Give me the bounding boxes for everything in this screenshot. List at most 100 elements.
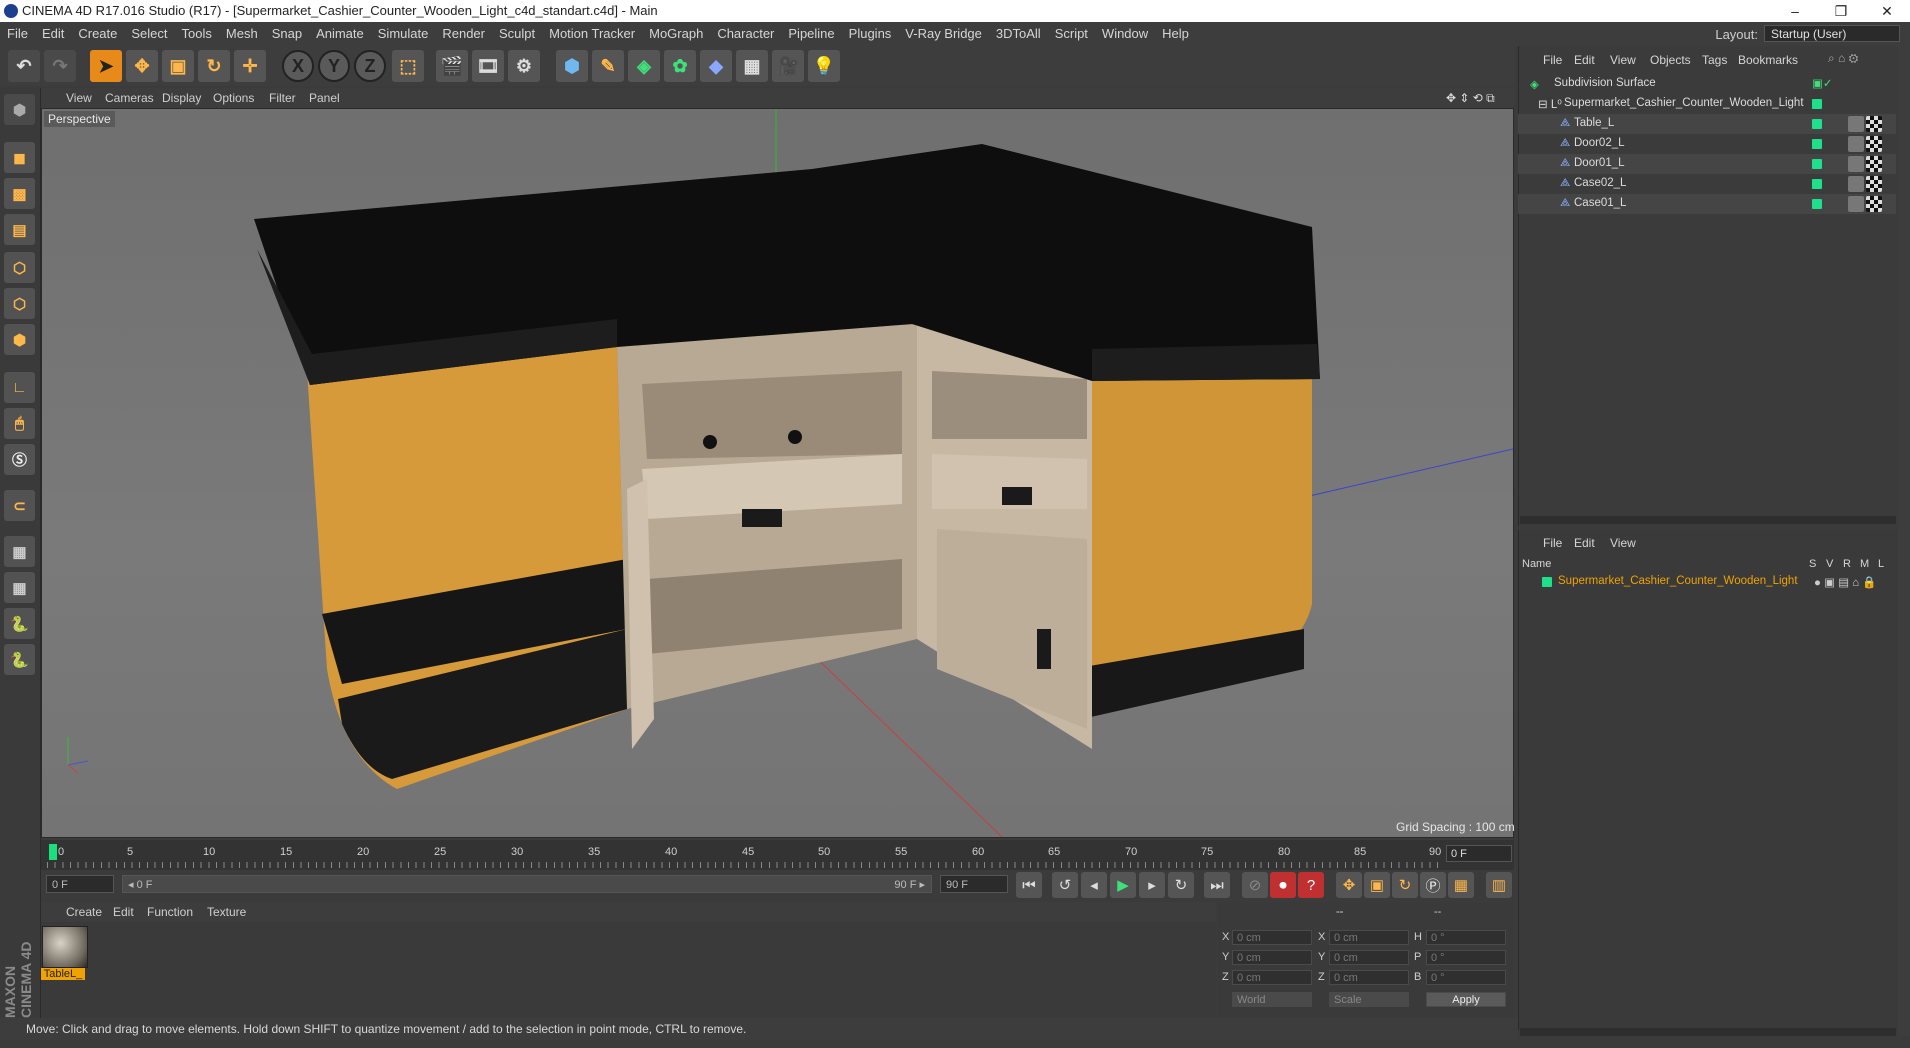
y-axis-lock-icon[interactable]: Y (318, 50, 350, 82)
menu-create[interactable]: Create (71, 22, 124, 46)
previous-key-icon[interactable]: ↺ (1052, 872, 1078, 898)
next-key-icon[interactable]: ↻ (1168, 872, 1194, 898)
menu-mograph[interactable]: MoGraph (642, 22, 710, 46)
render-settings-icon[interactable]: ⚙ (508, 50, 540, 82)
go-to-start-icon[interactable]: ⏮ (1016, 872, 1042, 898)
object-row-case02[interactable]: ⟁ Case02_L (1518, 174, 1896, 194)
move-tool-icon[interactable]: ✥ (126, 50, 158, 82)
position-z-field[interactable]: 0 cm (1232, 970, 1312, 985)
texture-tag-icon[interactable] (1848, 156, 1864, 172)
material-name[interactable]: TableL_ (41, 968, 85, 980)
viewport-menu-cameras[interactable]: Cameras (105, 91, 154, 105)
layer-color-icon[interactable] (1812, 179, 1822, 189)
autokeying-icon[interactable]: ⏺ (1270, 872, 1296, 898)
solo-mode-icon[interactable]: Ⓢ (4, 444, 35, 475)
render-picture-viewer-icon[interactable]: 🎞 (472, 50, 504, 82)
material-tag-icon[interactable] (1866, 196, 1882, 212)
menu-mesh[interactable]: Mesh (219, 22, 265, 46)
layer-color-icon[interactable] (1542, 577, 1552, 587)
make-editable-icon[interactable]: ⬢ (4, 94, 35, 125)
menu-vray-bridge[interactable]: V-Ray Bridge (898, 22, 989, 46)
material-menu-function[interactable]: Function (147, 905, 193, 919)
workplane-mode-icon[interactable]: ▤ (4, 214, 35, 245)
pen-spline-icon[interactable]: ✎ (592, 50, 624, 82)
menu-simulate[interactable]: Simulate (371, 22, 436, 46)
rotate-tool-icon[interactable]: ↻ (198, 50, 230, 82)
layer-color-icon[interactable] (1812, 119, 1822, 129)
coordinate-space-select[interactable]: World (1232, 992, 1312, 1007)
menu-animate[interactable]: Animate (309, 22, 371, 46)
key-pla-icon[interactable]: ▦ (1448, 872, 1474, 898)
viewport-menu-display[interactable]: Display (162, 91, 201, 105)
size-x-field[interactable]: 0 cm (1329, 930, 1409, 945)
snapping-icon[interactable]: ⊂ (4, 490, 35, 521)
redo-icon[interactable]: ↷ (44, 50, 76, 82)
material-menu-create[interactable]: Create (66, 905, 102, 919)
viewport-menu-options[interactable]: Options (213, 91, 254, 105)
size-y-field[interactable]: 0 cm (1329, 950, 1409, 965)
z-axis-lock-icon[interactable]: Z (354, 50, 386, 82)
record-keys-icon[interactable]: ⊘ (1242, 872, 1268, 898)
rotation-p-field[interactable]: 0 ° (1426, 950, 1506, 965)
mograph-cloner-icon[interactable]: ✿ (664, 50, 696, 82)
polygons-mode-icon[interactable]: ⬢ (4, 324, 35, 355)
live-selection-icon[interactable]: ➤ (90, 50, 122, 82)
om-menu-objects[interactable]: Objects (1650, 53, 1691, 67)
om-search-icon[interactable]: ⌕ ⌂ ⚙ (1828, 51, 1858, 66)
key-rotation-icon[interactable]: ↻ (1392, 872, 1418, 898)
texture-tag-icon[interactable] (1848, 116, 1864, 132)
restore-button[interactable]: ❐ (1818, 1, 1864, 21)
close-button[interactable]: ✕ (1864, 1, 1910, 21)
size-z-field[interactable]: 0 cm (1329, 970, 1409, 985)
side-tab-strip[interactable] (1898, 46, 1910, 1036)
rotation-h-field[interactable]: 0 ° (1426, 930, 1506, 945)
layout-select[interactable]: Startup (User) (1764, 25, 1900, 42)
menu-character[interactable]: Character (710, 22, 781, 46)
om-menu-file[interactable]: File (1543, 53, 1562, 67)
position-x-field[interactable]: 0 cm (1232, 930, 1312, 945)
keyframe-selection-icon[interactable]: ? (1298, 872, 1324, 898)
frame-range-slider[interactable]: ◂ 0 F 90 F ▸ (122, 875, 932, 893)
viewport-menu-panel[interactable]: Panel (309, 91, 340, 105)
layer-row[interactable]: Supermarket_Cashier_Counter_Wooden_Light… (1518, 572, 1896, 592)
apply-button[interactable]: Apply (1426, 992, 1506, 1007)
material-menu-texture[interactable]: Texture (207, 905, 246, 919)
edges-mode-icon[interactable]: ⬡ (4, 288, 35, 319)
scale-tool-icon[interactable]: ▣ (162, 50, 194, 82)
key-position-icon[interactable]: ✥ (1336, 872, 1362, 898)
object-row-subdivision[interactable]: ◈ Subdivision Surface ▣✓ (1518, 74, 1896, 94)
layer-color-icon[interactable] (1812, 99, 1822, 109)
object-row-root[interactable]: ⊟ L⁰ Supermarket_Cashier_Counter_Wooden_… (1518, 94, 1896, 114)
lm-menu-file[interactable]: File (1543, 536, 1562, 550)
menu-select[interactable]: Select (124, 22, 174, 46)
object-manager-scrollbar[interactable] (1520, 516, 1896, 524)
light-icon[interactable]: 💡 (808, 50, 840, 82)
end-frame-field[interactable]: 90 F (940, 875, 1008, 893)
material-menu-edit[interactable]: Edit (113, 905, 134, 919)
layer-toggles-icon[interactable]: ● ▣ ▤ ⌂ 🔒 (1814, 575, 1877, 589)
menu-tools[interactable]: Tools (175, 22, 219, 46)
menu-motion-tracker[interactable]: Motion Tracker (542, 22, 642, 46)
workplane-lock-icon[interactable]: ▦ (4, 536, 35, 567)
next-frame-icon[interactable]: ▸ (1139, 872, 1165, 898)
camera-icon[interactable]: 🎥 (772, 50, 804, 82)
texture-tag-icon[interactable] (1848, 176, 1864, 192)
viewport-menu-view[interactable]: View (66, 91, 92, 105)
3d-viewport[interactable] (41, 108, 1514, 838)
menu-file[interactable]: File (0, 22, 35, 46)
coordinate-system-icon[interactable]: ⬚ (392, 50, 424, 82)
viewport-navigate-icons[interactable]: ✥ ⇕ ⟲ ⧉ (1446, 91, 1495, 106)
menu-plugins[interactable]: Plugins (842, 22, 899, 46)
x-axis-lock-icon[interactable]: X (282, 50, 314, 82)
key-parameter-icon[interactable]: Ⓟ (1420, 872, 1446, 898)
menu-snap[interactable]: Snap (265, 22, 309, 46)
menu-render[interactable]: Render (435, 22, 492, 46)
texture-tag-icon[interactable] (1848, 196, 1864, 212)
points-mode-icon[interactable]: ⬡ (4, 252, 35, 283)
menu-edit[interactable]: Edit (35, 22, 71, 46)
play-icon[interactable]: ▶ (1110, 872, 1136, 898)
material-thumbnail[interactable] (42, 926, 88, 968)
lm-menu-edit[interactable]: Edit (1574, 536, 1595, 550)
layer-color-icon[interactable] (1812, 199, 1822, 209)
undo-icon[interactable]: ↶ (8, 50, 40, 82)
